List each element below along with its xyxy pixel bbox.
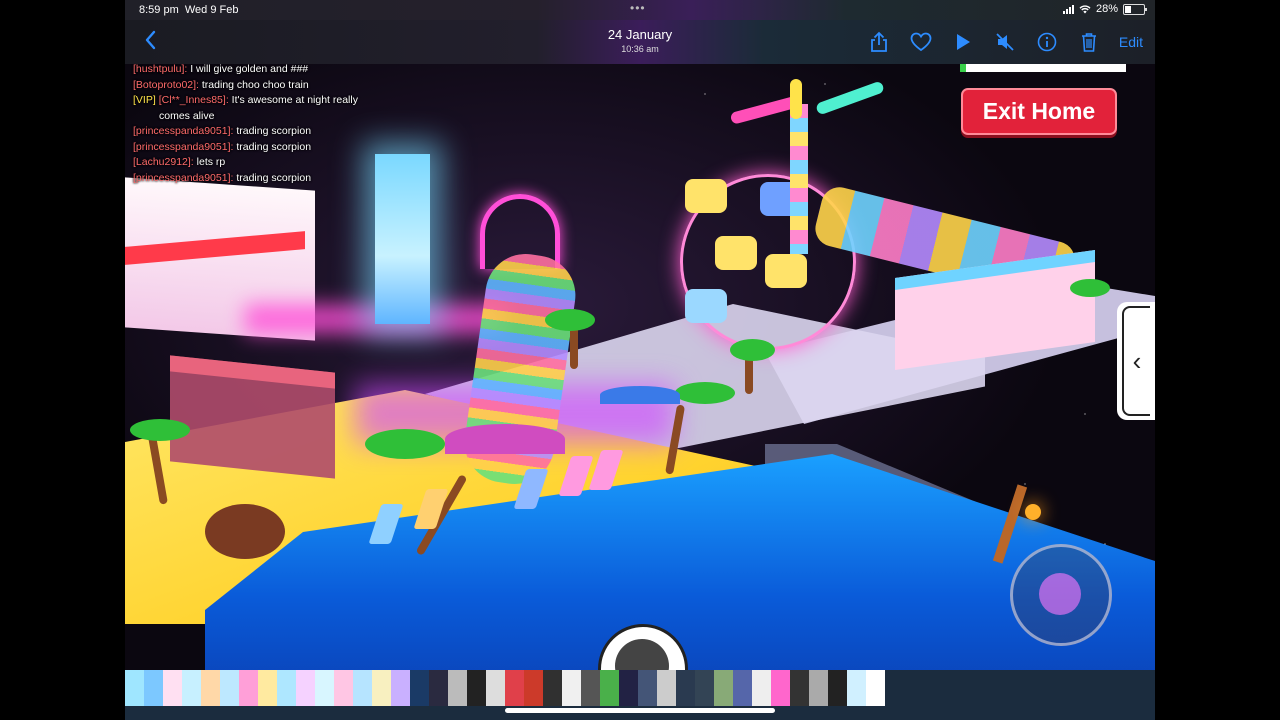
photo-thumbnail[interactable] xyxy=(524,670,543,706)
beach-umbrella xyxy=(600,386,680,404)
game-scene[interactable]: [hushtpulu]: I will give golden and ### … xyxy=(125,64,1155,670)
photo-thumbnail[interactable] xyxy=(410,670,429,706)
ipad-screen: 8:59 pm Wed 9 Feb ••• 28% 24 January 10:… xyxy=(125,0,1155,720)
photo-thumbnail[interactable] xyxy=(638,670,657,706)
thumbnail-track xyxy=(125,670,885,706)
side-menu-tab[interactable]: ‹ xyxy=(1117,302,1155,420)
photo-thumbnail[interactable] xyxy=(448,670,467,706)
photo-thumbnail[interactable] xyxy=(125,670,144,706)
beach-umbrella xyxy=(445,424,565,454)
photo-thumbnail[interactable] xyxy=(315,670,334,706)
top-status-strip xyxy=(960,64,1126,72)
palm-leaves xyxy=(675,382,735,404)
photo-thumbnail[interactable] xyxy=(847,670,866,706)
palm-leaves xyxy=(730,339,775,361)
photo-thumbnail[interactable] xyxy=(258,670,277,706)
palm-leaves xyxy=(365,429,445,459)
coconut-hut xyxy=(205,504,285,559)
ferris-car xyxy=(685,289,727,323)
share-icon[interactable] xyxy=(867,31,891,53)
photo-thumbnail[interactable] xyxy=(182,670,201,706)
joystick-icon[interactable] xyxy=(1010,544,1112,646)
photo-thumbnail[interactable] xyxy=(695,670,714,706)
photo-thumbnail[interactable] xyxy=(866,670,885,706)
photo-thumbnail[interactable] xyxy=(809,670,828,706)
photo-thumbnail[interactable] xyxy=(562,670,581,706)
status-time: 8:59 pm Wed 9 Feb xyxy=(139,4,239,16)
chat-message: [princesspanda9051]: trading scorpion xyxy=(133,140,312,153)
palm-leaves xyxy=(130,419,190,441)
play-icon[interactable] xyxy=(951,31,975,53)
mute-icon[interactable] xyxy=(993,31,1017,53)
photo-thumbnail[interactable] xyxy=(486,670,505,706)
photo-nav-bar: 24 January 10:36 am Edit xyxy=(125,20,1155,64)
chat-message: [Botoproto02]: trading choo choo train xyxy=(133,78,309,91)
chat-message: [hushtpulu]: I will give golden and ### xyxy=(133,64,309,75)
photo-thumbnail[interactable] xyxy=(790,670,809,706)
photo-thumbnail[interactable] xyxy=(277,670,296,706)
exit-home-button[interactable]: Exit Home xyxy=(961,88,1117,135)
home-indicator[interactable] xyxy=(505,708,775,713)
edit-button[interactable]: Edit xyxy=(1119,34,1143,50)
photo-thumbnail[interactable] xyxy=(619,670,638,706)
status-bar: 8:59 pm Wed 9 Feb ••• 28% xyxy=(125,0,1155,20)
status-indicators: 28% xyxy=(1062,3,1147,15)
photo-thumbnail[interactable] xyxy=(391,670,410,706)
signal-icon xyxy=(1062,4,1074,14)
photo-thumbnail[interactable] xyxy=(714,670,733,706)
lamp-light xyxy=(1025,504,1041,520)
photo-thumbnail[interactable] xyxy=(733,670,752,706)
photo-thumbnail[interactable] xyxy=(752,670,771,706)
joystick-knob[interactable] xyxy=(1039,573,1081,615)
game-chat: [hushtpulu]: I will give golden and ### … xyxy=(133,64,443,186)
market-stall xyxy=(170,355,335,479)
palm-leaves xyxy=(545,309,595,331)
photo-thumbnail[interactable] xyxy=(543,670,562,706)
photo-thumbnail[interactable] xyxy=(144,670,163,706)
palm-leaves xyxy=(1070,279,1110,297)
photo-thumbnail-strip[interactable] xyxy=(125,670,1155,706)
photo-thumbnail[interactable] xyxy=(239,670,258,706)
photo-thumbnail[interactable] xyxy=(296,670,315,706)
ferris-car xyxy=(765,254,807,288)
trash-icon[interactable] xyxy=(1077,31,1101,53)
chat-message: [princesspanda9051]: trading scorpion xyxy=(133,171,312,184)
photo-thumbnail[interactable] xyxy=(505,670,524,706)
photo-thumbnail[interactable] xyxy=(676,670,695,706)
wifi-icon xyxy=(1079,4,1091,13)
chat-message: [VIP] [Cl**_Innes85]: It's awesome at ni… xyxy=(133,94,358,106)
windmill-blade xyxy=(790,79,802,119)
chat-message: [Lachu2912]: lets rp xyxy=(133,156,226,168)
photo-thumbnail[interactable] xyxy=(828,670,847,706)
heart-icon[interactable] xyxy=(909,31,933,53)
ferris-car xyxy=(715,236,757,270)
multitask-dots[interactable]: ••• xyxy=(630,1,646,15)
photo-thumbnail[interactable] xyxy=(163,670,182,706)
photo-thumbnail[interactable] xyxy=(429,670,448,706)
photo-thumbnail[interactable] xyxy=(581,670,600,706)
photo-thumbnail[interactable] xyxy=(467,670,486,706)
photo-thumbnail[interactable] xyxy=(201,670,220,706)
battery-percent: 28% xyxy=(1095,3,1118,15)
info-icon[interactable] xyxy=(1035,31,1059,53)
battery-icon xyxy=(1123,3,1147,15)
ferris-car xyxy=(685,179,727,213)
photo-thumbnail[interactable] xyxy=(372,670,391,706)
windmill xyxy=(790,104,808,254)
photo-thumbnail[interactable] xyxy=(353,670,372,706)
chat-message-continued: comes alive xyxy=(159,109,215,122)
photo-thumbnail[interactable] xyxy=(600,670,619,706)
photo-thumbnail[interactable] xyxy=(334,670,353,706)
chat-message: [princesspanda9051]: trading scorpion xyxy=(133,125,312,137)
chevron-left-icon: ‹ xyxy=(1122,306,1150,416)
photo-thumbnail[interactable] xyxy=(220,670,239,706)
avatar-icon xyxy=(615,639,669,670)
photo-actions: Edit xyxy=(867,31,1143,53)
photo-thumbnail[interactable] xyxy=(657,670,676,706)
photo-thumbnail[interactable] xyxy=(771,670,790,706)
